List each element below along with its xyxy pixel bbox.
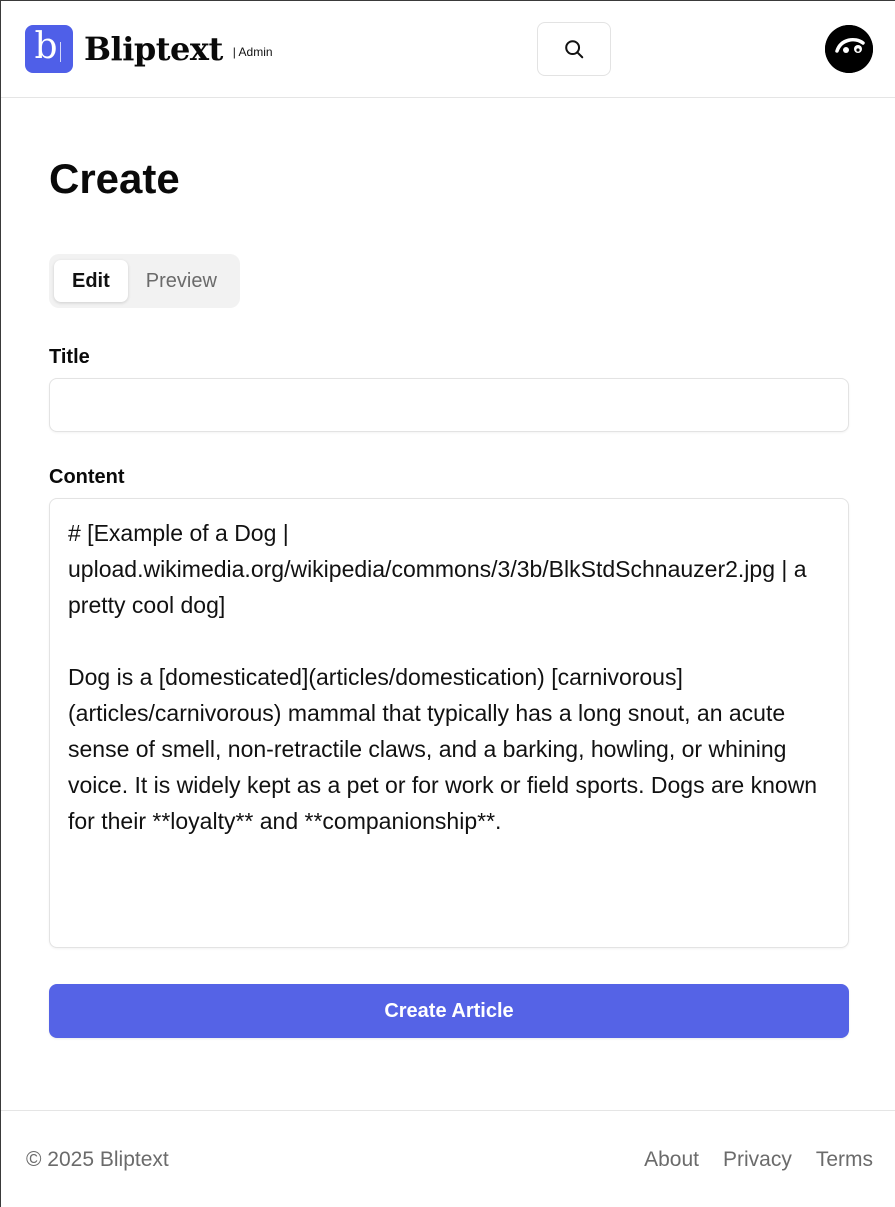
copyright-text: © 2025 Bliptext xyxy=(26,1147,169,1171)
brand-logo-letter: b xyxy=(34,26,58,67)
brand-logo-bar xyxy=(59,42,61,62)
footer: © 2025 Bliptext About Privacy Terms xyxy=(1,1110,895,1207)
footer-links: About Privacy Terms xyxy=(644,1148,873,1172)
content-textarea[interactable]: # [Example of a Dog | upload.wikimedia.o… xyxy=(49,498,849,948)
brand-logo[interactable]: b xyxy=(25,25,73,73)
brand-name[interactable]: Bliptext xyxy=(84,30,223,68)
footer-link-about[interactable]: About xyxy=(644,1148,699,1172)
edit-preview-tabs: Edit Preview xyxy=(49,254,240,308)
create-article-button[interactable]: Create Article xyxy=(49,984,849,1038)
content-label: Content xyxy=(49,466,125,488)
main-content: Create Edit Preview Title Content # [Exa… xyxy=(1,152,895,1038)
title-input[interactable] xyxy=(49,378,849,432)
footer-link-privacy[interactable]: Privacy xyxy=(723,1148,792,1172)
avatar-face-icon xyxy=(824,25,873,73)
brand[interactable]: b Bliptext | Admin xyxy=(25,25,273,73)
top-header: b Bliptext | Admin xyxy=(1,1,895,98)
tab-edit[interactable]: Edit xyxy=(54,260,128,302)
title-label: Title xyxy=(49,346,90,368)
user-avatar-button[interactable] xyxy=(824,25,873,73)
tab-preview[interactable]: Preview xyxy=(128,260,235,302)
brand-admin-label: | Admin xyxy=(232,45,273,59)
search-button[interactable] xyxy=(536,22,611,76)
page-title: Create xyxy=(49,155,180,202)
footer-link-terms[interactable]: Terms xyxy=(816,1148,873,1172)
search-icon xyxy=(564,40,584,59)
